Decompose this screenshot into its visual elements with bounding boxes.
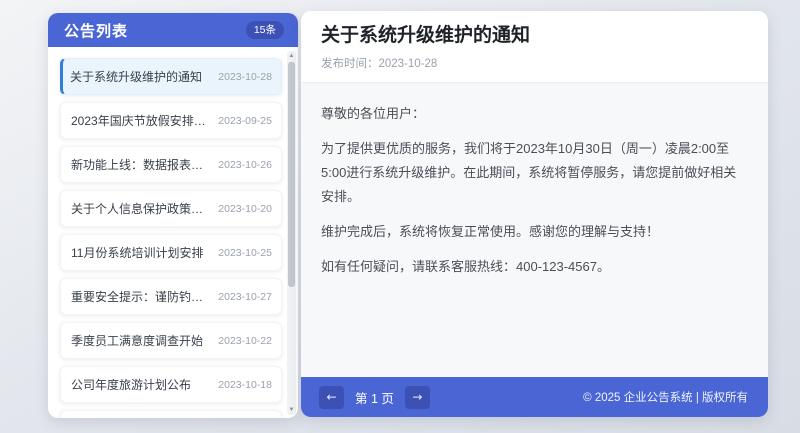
pagination: ← 第 1 页 → — [319, 386, 430, 409]
announcement-date: 2023-09-25 — [218, 115, 272, 127]
sidebar-header: 公告列表 15条 — [48, 13, 298, 47]
announcement-list-item[interactable]: 新办公楼搬迁指南 2023-10-15 — [60, 410, 282, 418]
announcement-list-item[interactable]: 重要安全提示：谨防钓鱼邮件 2023-10-27 — [60, 278, 282, 315]
scrollbar-thumb[interactable] — [288, 62, 295, 287]
announcement-date: 2023-10-22 — [218, 335, 272, 347]
announcement-date: 2023-10-27 — [218, 291, 272, 303]
announcement-title: 重要安全提示：谨防钓鱼邮件 — [71, 288, 212, 305]
detail-body: 尊敬的各位用户： 为了提供更优质的服务，我们将于2023年10月30日（周一）凌晨… — [301, 83, 768, 377]
announcement-list: 关于系统升级维护的通知 2023-10-28 2023年国庆节放假安排公告 20… — [48, 47, 298, 418]
announcement-list-item[interactable]: 公司年度旅游计划公布 2023-10-18 — [60, 366, 282, 403]
announcement-title: 关于系统升级维护的通知 — [70, 68, 202, 85]
announcement-list-item[interactable]: 11月份系统培训计划安排 2023-10-25 — [60, 234, 282, 271]
detail-paragraph: 尊敬的各位用户： — [321, 102, 746, 126]
announcement-date: 2023-10-20 — [218, 203, 272, 215]
detail-header: 关于系统升级维护的通知 发布时间：2023-10-28 — [301, 11, 768, 83]
announcement-date: 2023-10-26 — [218, 159, 272, 171]
scroll-up-icon[interactable]: ▲ — [289, 51, 295, 61]
sidebar-title: 公告列表 — [64, 20, 128, 41]
announcement-title: 季度员工满意度调查开始 — [71, 332, 203, 349]
announcement-list-item[interactable]: 季度员工满意度调查开始 2023-10-22 — [60, 322, 282, 359]
copyright-text: © 2025 企业公告系统 | 版权所有 — [583, 389, 748, 405]
sidebar-scrollbar[interactable]: ▲ ▼ — [287, 51, 296, 415]
announcement-date: 2023-10-25 — [218, 247, 272, 259]
announcement-title: 公司年度旅游计划公布 — [71, 376, 191, 393]
announcement-title: 关于个人信息保护政策的更新 — [71, 200, 212, 217]
announcement-list-item[interactable]: 新功能上线：数据报表导出 2023-10-26 — [60, 146, 282, 183]
announcement-title: 11月份系统培训计划安排 — [71, 244, 203, 261]
page-indicator: 第 1 页 — [355, 388, 394, 407]
announcement-list-item[interactable]: 2023年国庆节放假安排公告 2023-09-25 — [60, 102, 282, 139]
announcement-title: 2023年国庆节放假安排公告 — [71, 112, 212, 129]
announcement-date: 2023-10-18 — [218, 379, 272, 391]
announcement-title: 新功能上线：数据报表导出 — [71, 156, 212, 173]
next-page-button[interactable]: → — [405, 386, 430, 409]
announcement-list-item[interactable]: 关于个人信息保护政策的更新 2023-10-20 — [60, 190, 282, 227]
announcement-date: 2023-10-28 — [218, 71, 272, 83]
detail-paragraph: 为了提供更优质的服务，我们将于2023年10月30日（周一）凌晨2:00至5:0… — [321, 137, 746, 209]
scroll-down-icon[interactable]: ▼ — [289, 405, 295, 415]
announcement-list-item[interactable]: 关于系统升级维护的通知 2023-10-28 — [60, 58, 282, 95]
publish-date: 发布时间：2023-10-28 — [321, 55, 748, 71]
count-badge: 15条 — [246, 21, 284, 40]
detail-title: 关于系统升级维护的通知 — [321, 24, 748, 49]
detail-paragraph: 如有任何疑问，请联系客服热线：400-123-4567。 — [321, 255, 746, 279]
detail-paragraph: 维护完成后，系统将恢复正常使用。感谢您的理解与支持！ — [321, 220, 746, 244]
prev-page-button[interactable]: ← — [319, 386, 344, 409]
detail-footer: ← 第 1 页 → © 2025 企业公告系统 | 版权所有 — [301, 377, 768, 417]
announcement-detail-card: 关于系统升级维护的通知 发布时间：2023-10-28 尊敬的各位用户： 为了提供… — [301, 11, 768, 417]
announcement-sidebar: 公告列表 15条 关于系统升级维护的通知 2023-10-28 2023年国庆节… — [48, 13, 298, 418]
